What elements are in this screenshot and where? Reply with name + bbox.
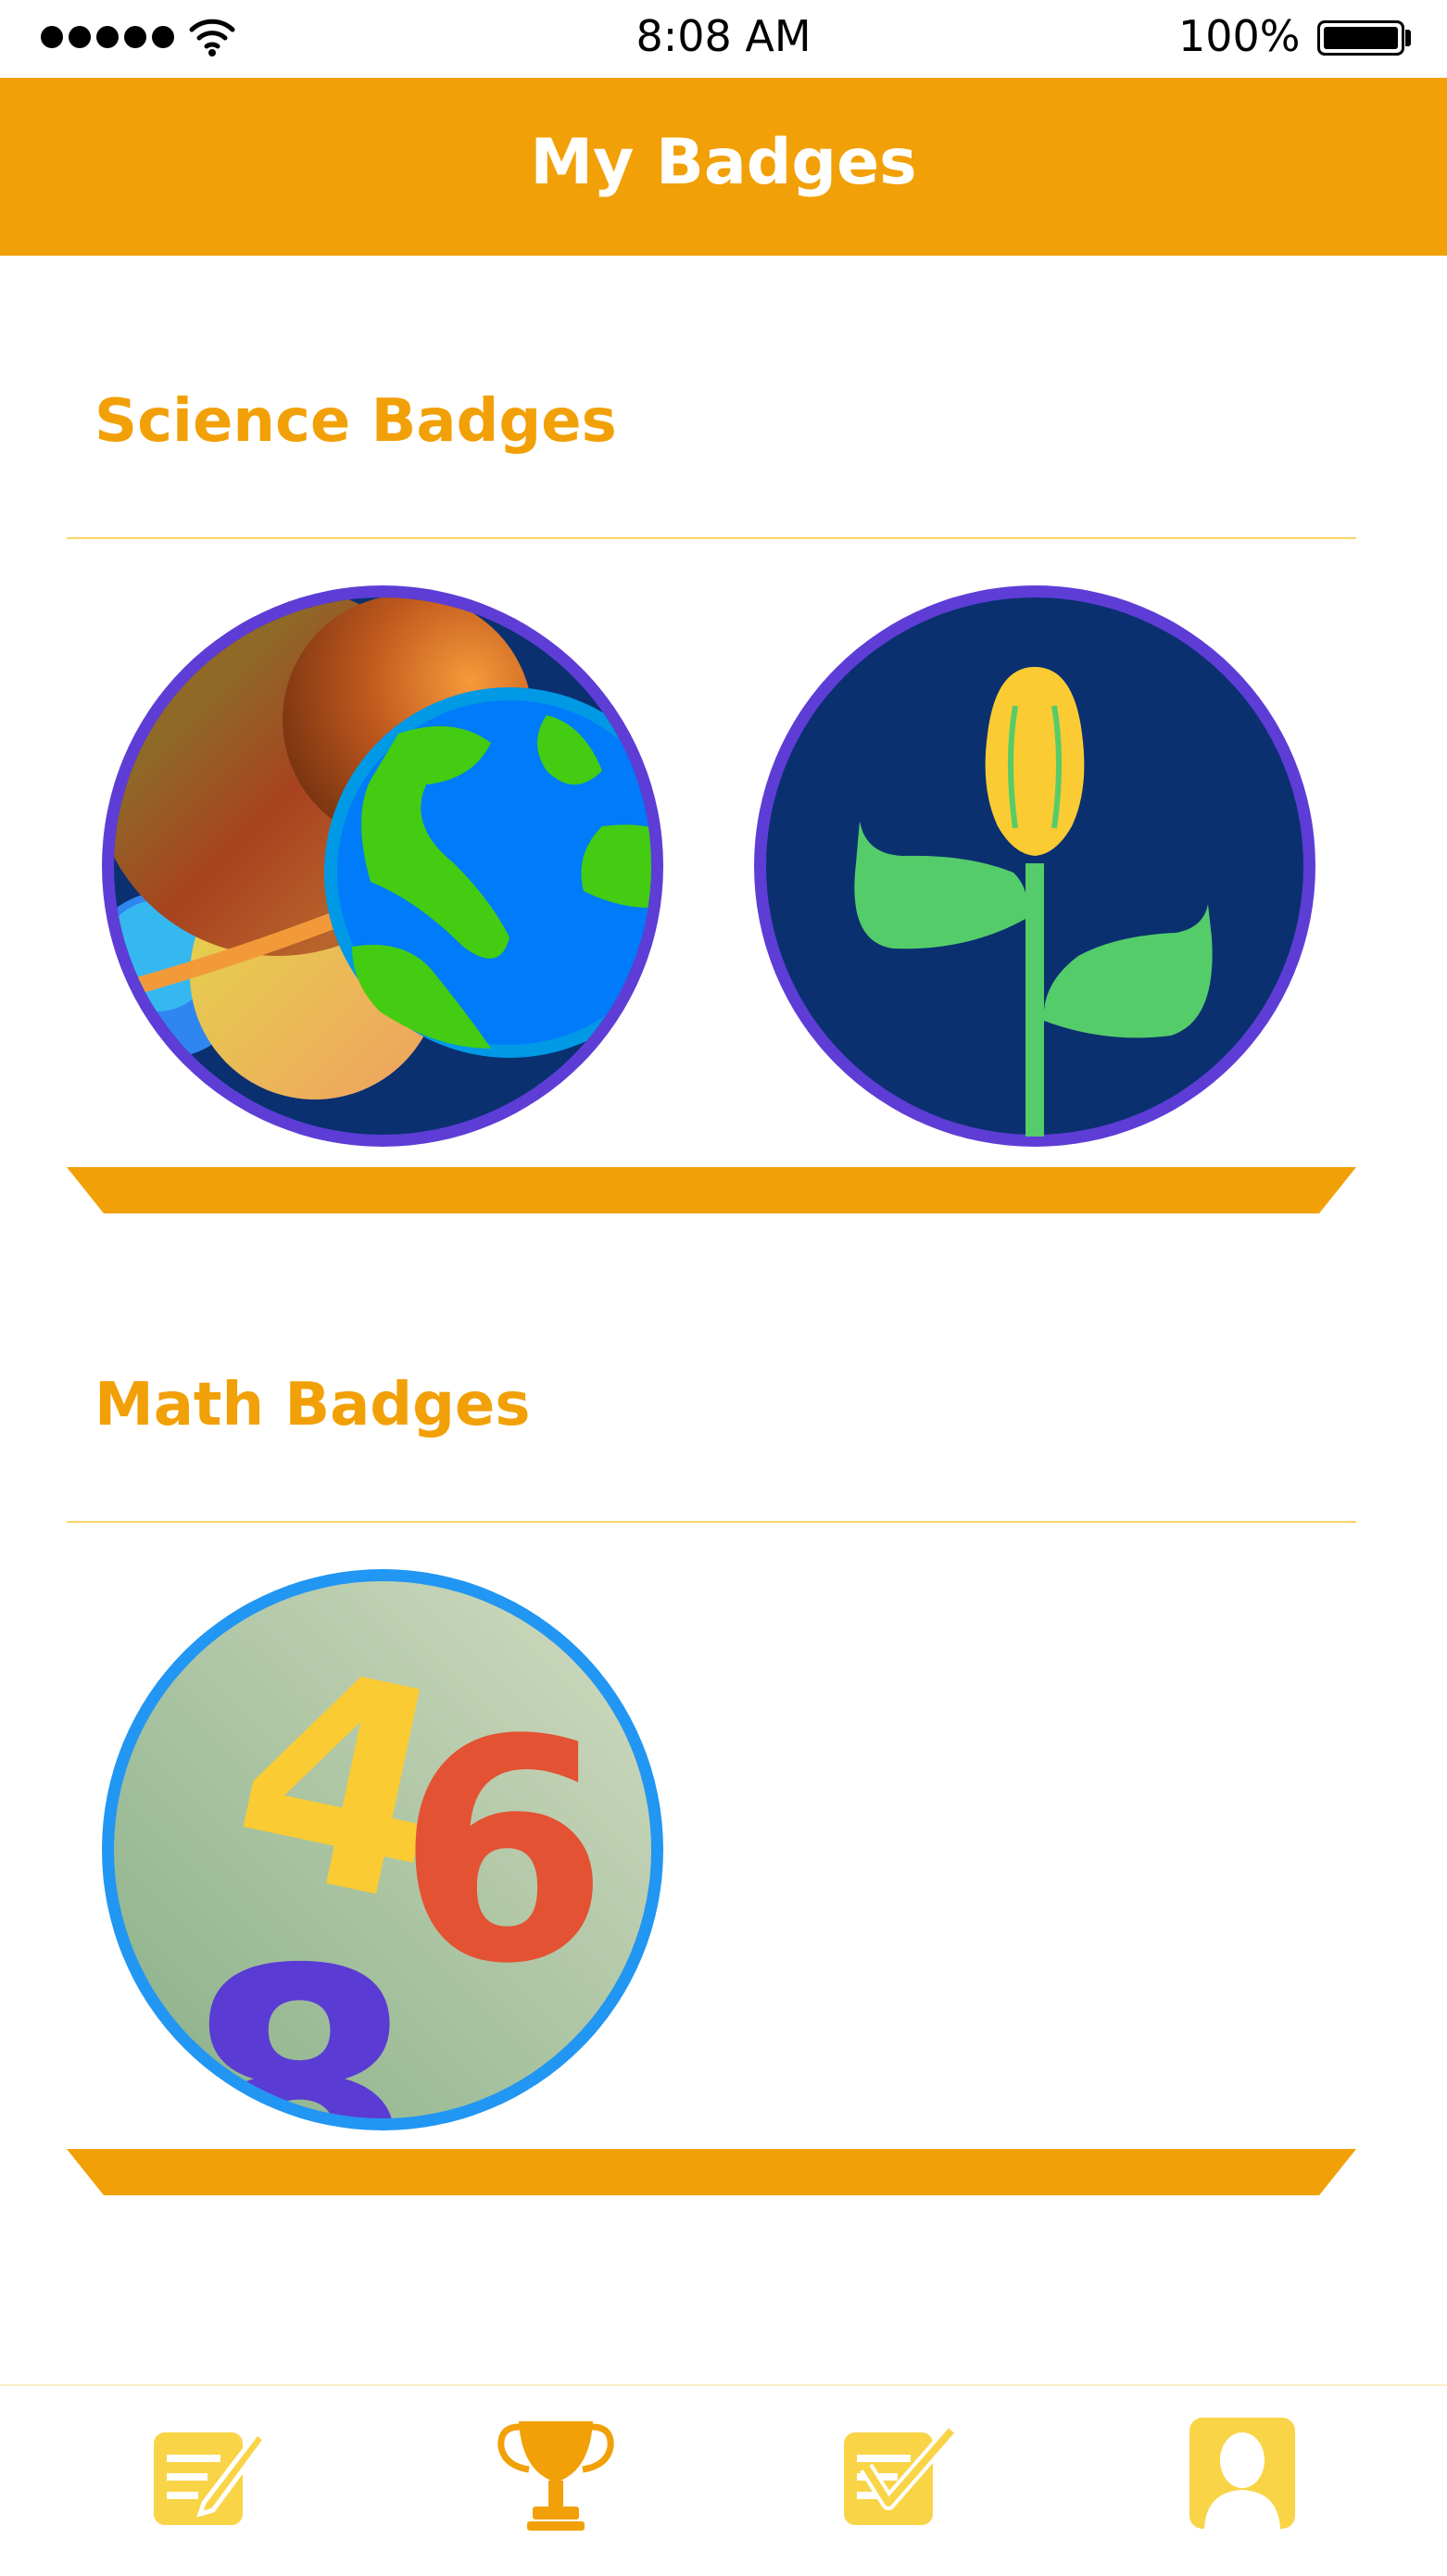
tab-checklist[interactable]	[838, 2414, 959, 2534]
section-divider	[67, 537, 1356, 539]
checklist-icon	[844, 2425, 958, 2525]
flower-badge[interactable]	[754, 585, 1315, 1147]
section-title-science: Science Badges	[94, 387, 617, 456]
battery-full-icon	[1317, 20, 1404, 56]
planets-badge[interactable]	[102, 585, 663, 1147]
section-title-math: Math Badges	[94, 1371, 531, 1439]
number-eight: 8	[183, 1899, 416, 2130]
page-title: My Badges	[530, 126, 917, 199]
battery-percent: 100%	[1178, 11, 1301, 61]
section-divider	[67, 1521, 1356, 1523]
number-six: 6	[396, 1675, 610, 2030]
tab-profile[interactable]	[1182, 2414, 1302, 2534]
battery-tip	[1405, 30, 1411, 46]
badge-shelf	[67, 1167, 1356, 1213]
trophy-icon	[497, 2421, 614, 2531]
status-bar: 8:08 AM 100%	[0, 0, 1447, 78]
tab-edit-notes[interactable]	[148, 2414, 269, 2534]
numbers-badge[interactable]: 4 6 8	[102, 1569, 663, 2130]
badge-shelf	[67, 2149, 1356, 2195]
tab-trophy[interactable]	[496, 2414, 616, 2534]
tab-bar	[0, 2384, 1447, 2576]
profile-icon	[1189, 2418, 1295, 2529]
edit-notes-icon	[154, 2429, 269, 2525]
app-header: My Badges	[0, 78, 1447, 256]
